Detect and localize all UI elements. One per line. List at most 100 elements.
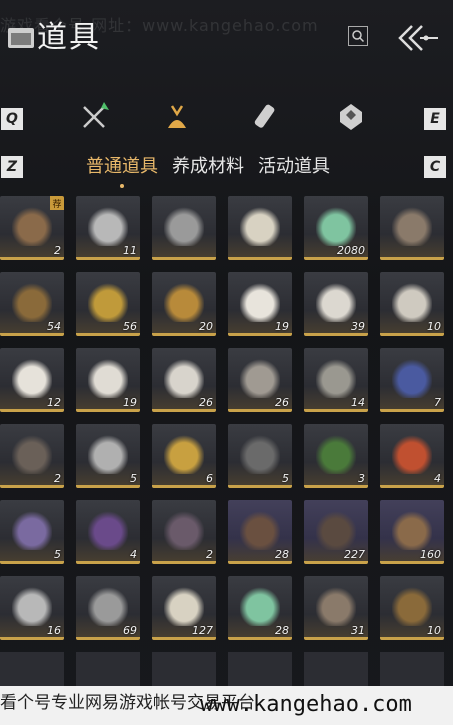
grid-cell[interactable]: 10 [380, 576, 444, 640]
tab-items[interactable] [160, 100, 194, 134]
item-icon [88, 434, 128, 474]
subtab-materials[interactable]: 养成材料 [172, 152, 244, 178]
grid-cell-partial[interactable] [304, 652, 368, 688]
grid-cell[interactable]: 14 [304, 348, 368, 412]
grid-cell[interactable]: 20 [152, 272, 216, 336]
rarity-bar [304, 485, 368, 488]
rarity-bar [76, 637, 140, 640]
grid-cell[interactable]: 4 [76, 500, 140, 564]
rarity-bar [152, 257, 216, 260]
grid-cell-partial[interactable] [380, 652, 444, 688]
item-icon [392, 434, 432, 474]
grid-cell[interactable] [380, 196, 444, 260]
rarity-bar [76, 561, 140, 564]
item-count: 2 [54, 244, 61, 257]
grid-cell[interactable]: 2荐 [0, 196, 64, 260]
search-button[interactable] [348, 26, 368, 46]
search-icon [352, 30, 365, 43]
grid-cell[interactable]: 26 [152, 348, 216, 412]
grid-cell[interactable] [152, 196, 216, 260]
rarity-bar [380, 561, 444, 564]
grid-cell[interactable]: 4 [380, 424, 444, 488]
grid-cell[interactable]: 227 [304, 500, 368, 564]
item-icon [392, 358, 432, 398]
bottom-watermark-url: www.kangehao.com [200, 692, 412, 717]
grid-cell[interactable]: 31 [304, 576, 368, 640]
grid-cell[interactable]: 56 [76, 272, 140, 336]
item-icon [12, 206, 52, 246]
rarity-bar [304, 409, 368, 412]
grid-cell[interactable]: 3 [304, 424, 368, 488]
grid-cell[interactable]: 26 [228, 348, 292, 412]
grid-cell[interactable]: 2 [152, 500, 216, 564]
grid-cell[interactable]: 12 [0, 348, 64, 412]
grid-cell[interactable]: 6 [152, 424, 216, 488]
grid-cell[interactable]: 69 [76, 576, 140, 640]
rarity-bar [0, 561, 64, 564]
rarity-bar [228, 637, 292, 640]
rarity-bar [228, 333, 292, 336]
grid-cell[interactable]: 28 [228, 500, 292, 564]
item-icon [12, 510, 52, 550]
item-icon [12, 282, 52, 322]
rarity-bar [304, 257, 368, 260]
grid-cell[interactable] [228, 196, 292, 260]
grid-cell[interactable]: 19 [228, 272, 292, 336]
grid-cell[interactable]: 16 [0, 576, 64, 640]
item-count: 28 [275, 548, 289, 561]
key-z-button[interactable]: Z [1, 156, 23, 178]
rarity-bar [228, 561, 292, 564]
item-count: 5 [282, 472, 289, 485]
item-count: 19 [275, 320, 289, 333]
item-icon [316, 206, 356, 246]
item-count: 19 [123, 396, 137, 409]
item-count: 54 [47, 320, 61, 333]
grid-cell[interactable]: 7 [380, 348, 444, 412]
grid-cell[interactable]: 160 [380, 500, 444, 564]
back-button[interactable] [396, 20, 444, 56]
grid-cell[interactable]: 11 [76, 196, 140, 260]
rarity-bar [76, 333, 140, 336]
item-count: 5 [130, 472, 137, 485]
grid-cell[interactable]: 127 [152, 576, 216, 640]
item-count: 10 [427, 320, 441, 333]
rarity-bar [152, 485, 216, 488]
grid-cell-partial[interactable] [76, 652, 140, 688]
item-count: 160 [420, 548, 441, 561]
item-icon [392, 282, 432, 322]
rarity-bar [76, 485, 140, 488]
grid-cell[interactable]: 54 [0, 272, 64, 336]
item-icon [392, 510, 432, 550]
key-c-button[interactable]: C [424, 156, 446, 178]
subtab-common-items[interactable]: 普通道具 [86, 152, 158, 188]
rarity-bar [152, 637, 216, 640]
subtab-event-items[interactable]: 活动道具 [258, 152, 330, 178]
item-count: 28 [275, 624, 289, 637]
rarity-bar [152, 333, 216, 336]
key-e-button[interactable]: E [424, 108, 446, 130]
grid-cell-partial[interactable] [0, 652, 64, 688]
grid-cell[interactable]: 2080 [304, 196, 368, 260]
grid-cell[interactable]: 5 [228, 424, 292, 488]
key-q-button[interactable]: Q [1, 108, 23, 130]
item-count: 56 [123, 320, 137, 333]
grid-cell[interactable]: 39 [304, 272, 368, 336]
item-count: 127 [192, 624, 213, 637]
grid-cell[interactable]: 28 [228, 576, 292, 640]
grid-cell[interactable]: 5 [0, 500, 64, 564]
grid-cell[interactable]: 2 [0, 424, 64, 488]
grid-cell-partial[interactable] [228, 652, 292, 688]
grid-cell-partial[interactable] [152, 652, 216, 688]
tab-weapons[interactable] [77, 100, 111, 134]
item-count: 227 [344, 548, 365, 561]
item-count: 26 [275, 396, 289, 409]
grid-cell[interactable]: 19 [76, 348, 140, 412]
tab-scrolls[interactable] [247, 100, 281, 134]
item-count: 7 [434, 396, 441, 409]
tab-gems[interactable] [334, 100, 368, 134]
grid-cell[interactable]: 10 [380, 272, 444, 336]
item-icon [392, 586, 432, 626]
item-icon [316, 586, 356, 626]
item-count: 4 [130, 548, 137, 561]
grid-cell[interactable]: 5 [76, 424, 140, 488]
